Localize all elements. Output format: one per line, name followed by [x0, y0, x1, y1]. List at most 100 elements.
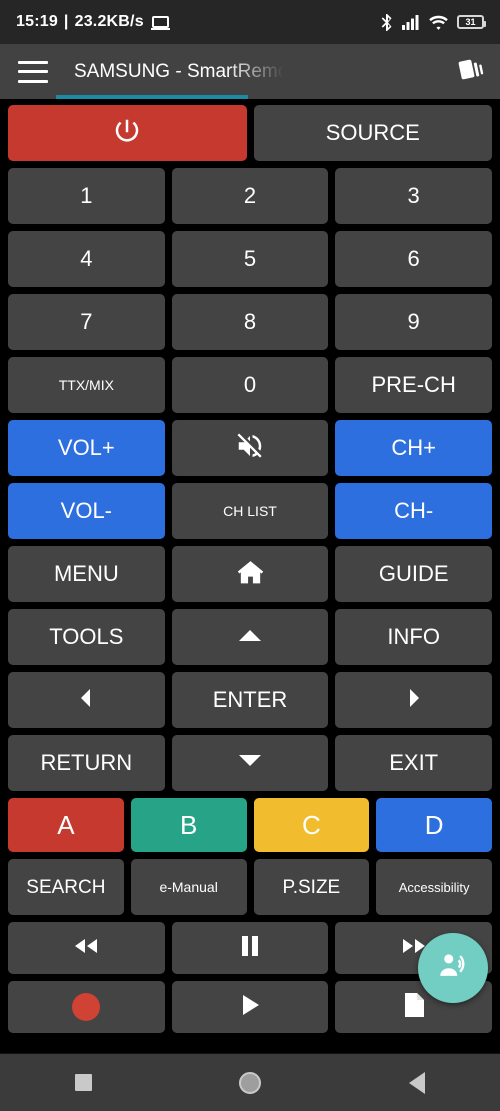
enter-row: ENTER	[8, 672, 493, 728]
digit-5-button[interactable]: 5	[171, 231, 329, 287]
return-button[interactable]: RETURN	[8, 735, 165, 791]
channel-list-button[interactable]: CH LIST	[171, 483, 329, 539]
digit-4-button[interactable]: 4	[8, 231, 165, 287]
guide-button[interactable]: GUIDE	[335, 546, 493, 602]
back-triangle-icon	[408, 1071, 425, 1094]
color-d-label: D	[424, 810, 444, 840]
digit-2-button[interactable]: 2	[171, 168, 329, 224]
rewind-icon	[69, 934, 103, 962]
numbers-row-2: 4 5 6	[8, 231, 493, 287]
digit-3-label: 3	[407, 183, 420, 208]
back-button[interactable]	[387, 1054, 447, 1111]
color-c-button[interactable]: C	[253, 798, 370, 852]
dpad-down-button[interactable]	[171, 735, 329, 791]
digit-3-button[interactable]: 3	[335, 168, 493, 224]
power-row: SOURCE	[8, 105, 492, 161]
pause-button[interactable]	[171, 922, 329, 974]
search-button[interactable]: SEARCH	[8, 859, 124, 915]
color-a-button[interactable]: A	[8, 798, 124, 852]
tools-button[interactable]: TOOLS	[8, 609, 165, 665]
accessibility-button[interactable]: Accessibility	[376, 859, 492, 915]
volume-up-label: VOL+	[57, 435, 115, 460]
e-manual-button[interactable]: e-Manual	[130, 859, 247, 915]
bluetooth-icon	[381, 13, 393, 31]
home-circle-icon	[238, 1071, 261, 1094]
ttx-mix-label: TTX/MIX	[58, 377, 114, 393]
voice-command-fab[interactable]	[418, 933, 488, 1003]
exit-button[interactable]: EXIT	[335, 735, 493, 791]
arrow-down-icon	[237, 752, 263, 774]
rewind-button[interactable]	[8, 922, 165, 974]
battery-icon: 31	[457, 15, 486, 29]
source-button[interactable]: SOURCE	[253, 105, 492, 161]
digit-0-label: 0	[243, 372, 257, 397]
color-a-label: A	[57, 810, 75, 840]
digit-1-button[interactable]: 1	[8, 168, 165, 224]
volume-up-button[interactable]: VOL+	[8, 420, 165, 476]
channel-up-button[interactable]: CH+	[335, 420, 493, 476]
stop-page-icon	[401, 991, 427, 1023]
cards-stack-icon[interactable]	[456, 54, 486, 89]
home-nav-button[interactable]	[220, 1054, 280, 1111]
digit-6-label: 6	[407, 246, 420, 271]
cellular-signal-icon	[402, 14, 420, 30]
ttx-mix-button[interactable]: TTX/MIX	[8, 357, 165, 413]
digit-0-button[interactable]: 0	[171, 357, 329, 413]
phone-screen: 15:19 | 23.2KB/s 31 SAMSUNG - SmartRemot…	[0, 0, 500, 1111]
channel-down-button[interactable]: CH-	[335, 483, 493, 539]
menu-button[interactable]: MENU	[8, 546, 165, 602]
numbers-row-1: 1 2 3	[8, 168, 493, 224]
mute-button[interactable]	[171, 420, 329, 476]
app-title: SAMSUNG - SmartRemote	[74, 60, 284, 82]
return-label: RETURN	[40, 750, 133, 775]
volume-down-row: VOL- CH LIST CH-	[8, 483, 493, 539]
recents-button[interactable]	[53, 1054, 113, 1111]
return-row: RETURN EXIT	[8, 735, 493, 791]
dpad-right-button[interactable]	[335, 672, 493, 728]
dpad-left-button[interactable]	[8, 672, 165, 728]
record-button[interactable]	[8, 981, 165, 1033]
digit-6-button[interactable]: 6	[335, 231, 493, 287]
digit-7-button[interactable]: 7	[8, 294, 165, 350]
digit-9-label: 9	[407, 309, 420, 334]
digit-5-label: 5	[243, 246, 257, 271]
pre-ch-label: PRE-CH	[371, 372, 456, 397]
color-b-label: B	[179, 810, 198, 840]
color-b-button[interactable]: B	[130, 798, 247, 852]
picture-size-button[interactable]: P.SIZE	[253, 859, 370, 915]
channel-down-label: CH-	[394, 498, 434, 523]
exit-label: EXIT	[389, 750, 439, 775]
status-bar-left: 15:19 | 23.2KB/s	[16, 13, 170, 31]
status-bar-separator: |	[63, 13, 69, 30]
home-button[interactable]	[171, 546, 329, 602]
enter-label: ENTER	[212, 687, 288, 712]
enter-button[interactable]: ENTER	[171, 672, 329, 728]
status-bar-time: 15:19	[16, 13, 58, 30]
power-icon	[112, 116, 142, 150]
volume-down-button[interactable]: VOL-	[8, 483, 165, 539]
numbers-row-4: TTX/MIX 0 PRE-CH	[8, 357, 493, 413]
app-bar: SAMSUNG - SmartRemote	[0, 44, 500, 99]
digit-8-button[interactable]: 8	[171, 294, 329, 350]
menu-row: MENU GUIDE	[8, 546, 493, 602]
recents-square-icon	[74, 1074, 92, 1091]
menu-label: MENU	[53, 561, 119, 586]
color-d-button[interactable]: D	[376, 798, 492, 852]
pre-ch-button[interactable]: PRE-CH	[335, 357, 493, 413]
remote-button-grid: SOURCE 1 2 3 4 5 6 7 8 9 TTX/MIX 0 PRE-C…	[0, 99, 500, 1053]
arrow-right-icon	[405, 686, 423, 714]
status-bar-right: 31	[381, 13, 486, 31]
info-button[interactable]: INFO	[335, 609, 493, 665]
digit-2-label: 2	[243, 183, 257, 208]
color-keys-row: A B C D	[8, 798, 492, 852]
dpad-up-button[interactable]	[171, 609, 329, 665]
tools-label: TOOLS	[49, 624, 124, 649]
battery-level-label: 31	[465, 16, 476, 27]
play-icon	[237, 992, 263, 1022]
digit-9-button[interactable]: 9	[335, 294, 493, 350]
system-navigation-bar	[0, 1053, 500, 1111]
hamburger-menu-icon[interactable]	[18, 60, 48, 83]
power-button[interactable]	[8, 105, 247, 161]
voice-person-icon	[436, 949, 470, 988]
play-button[interactable]	[171, 981, 329, 1033]
